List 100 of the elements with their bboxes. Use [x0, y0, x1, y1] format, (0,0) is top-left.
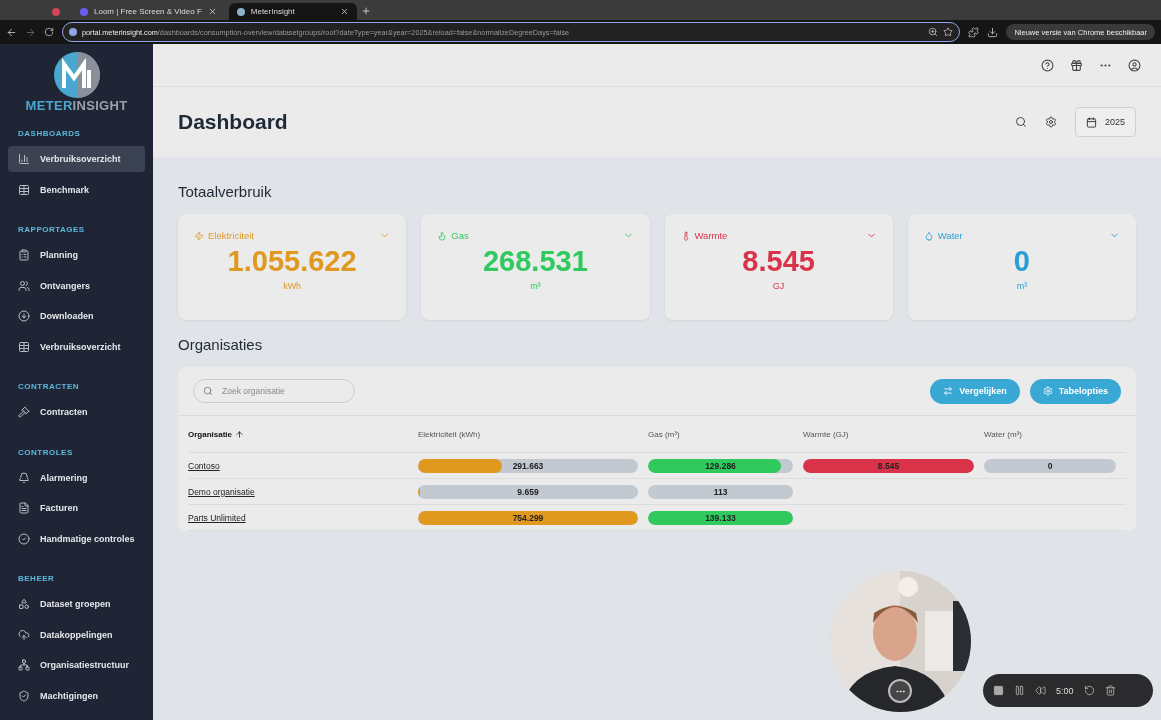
section-heading: Totaalverbruik: [178, 183, 273, 200]
total-value: 1.055.622: [226, 245, 358, 278]
brand-name: METERINSIGHT: [25, 98, 128, 113]
card-label: Gas: [451, 230, 470, 241]
users-icon: [18, 279, 30, 292]
pause-icon[interactable]: [1014, 685, 1025, 696]
unit-label: m³: [529, 281, 542, 291]
value-bar: 139.133: [648, 510, 793, 525]
card-label: Warmte: [694, 230, 729, 241]
forward-icon[interactable]: [25, 26, 36, 38]
sidebar-item[interactable]: Datakoppelingen: [8, 621, 145, 648]
calendar-icon: [1085, 116, 1097, 128]
settings-icon: [1042, 386, 1053, 396]
shapes-icon: [18, 598, 30, 610]
card-label: Elektriciteit: [208, 230, 255, 241]
logo-icon: [53, 52, 100, 98]
total-value: 0: [1012, 245, 1031, 278]
reload-icon[interactable]: [44, 27, 54, 37]
card-label: Water: [937, 230, 964, 241]
section-title: DASHBOARDS: [17, 128, 82, 140]
back-icon[interactable]: [6, 26, 17, 38]
rewind-icon[interactable]: [1035, 685, 1046, 696]
sidebar-item[interactable]: Facturen: [8, 495, 145, 521]
column-header: Elektriciteit (kWh): [418, 416, 648, 453]
tab-icon: [236, 7, 245, 16]
sidebar-item[interactable]: Benchmark: [8, 176, 145, 203]
clipboard-icon: [18, 249, 30, 261]
lightning-icon: [194, 230, 204, 241]
table-icon: [18, 340, 30, 353]
organisation-link[interactable]: Demo organisatie: [188, 486, 255, 497]
close-icon[interactable]: [207, 7, 217, 16]
total-value: 268.531: [481, 245, 589, 278]
site-icon: [69, 28, 77, 36]
sidebar-item[interactable]: Verbruiksoverzicht: [8, 146, 145, 172]
flame-icon: [437, 230, 448, 241]
trash-icon[interactable]: [1104, 685, 1116, 696]
value-bar: 113: [648, 484, 793, 499]
section-heading: Organisaties: [178, 336, 264, 353]
star-icon[interactable]: [943, 27, 954, 37]
column-header: Water (m³): [984, 416, 1126, 453]
section-title: RAPPORTAGES: [17, 224, 86, 236]
total-value: 8.545: [741, 245, 816, 278]
column-header[interactable]: Organisatie: [188, 416, 418, 453]
sidebar-item[interactable]: Verbruiksoverzicht: [8, 333, 145, 360]
download-icon: [18, 310, 30, 322]
stop-icon[interactable]: [993, 685, 1004, 696]
section-title: CONTROLES: [17, 446, 74, 459]
sidebar-item[interactable]: Contracten: [8, 399, 145, 425]
more-button[interactable]: [888, 679, 912, 703]
hierarchy-icon: [18, 659, 30, 671]
tab-icon: [52, 7, 60, 16]
column-header: Gas (m³): [648, 416, 803, 453]
user-icon[interactable]: [1128, 58, 1141, 72]
sidebar-item[interactable]: Planning: [8, 242, 145, 268]
cloud-upload-icon: [18, 628, 30, 641]
browser-tab[interactable]: Loom | Free Screen & Video F: [72, 3, 225, 20]
section-title: BEHEER: [17, 573, 56, 585]
value-bar: 129.286: [648, 458, 793, 473]
organisation-link[interactable]: Parts Unlimited: [188, 512, 246, 523]
table-icon: [18, 183, 30, 196]
recording-time: 5:00: [1056, 685, 1074, 696]
unit-label: kWh: [282, 281, 303, 291]
sidebar-item[interactable]: Organisatiestructuur: [8, 652, 145, 678]
shield-icon: [18, 689, 30, 702]
restart-icon[interactable]: [1083, 685, 1095, 696]
page-title: Dashboard: [178, 110, 289, 134]
search-field[interactable]: Zoek organisatie: [193, 379, 355, 403]
bar-chart-icon: [18, 153, 30, 165]
sidebar-item[interactable]: Machtigingen: [8, 682, 145, 709]
sidebar-item[interactable]: Ontvangers: [8, 272, 145, 299]
new-tab-icon[interactable]: [360, 6, 371, 16]
value-bar: 9.659: [418, 484, 638, 499]
sidebar-item[interactable]: Handmatige controles: [8, 525, 145, 552]
check-circle-icon: [18, 532, 30, 545]
unit-label: GJ: [771, 281, 786, 291]
download-icon[interactable]: [987, 26, 999, 38]
search-icon[interactable]: [1014, 116, 1027, 128]
sidebar-item[interactable]: Downloaden: [8, 303, 145, 329]
section-title: CONTRACTEN: [17, 381, 80, 393]
value-bar: 8.545: [803, 458, 974, 473]
zoom-icon[interactable]: [928, 27, 939, 37]
sidebar-item[interactable]: Alarmering: [8, 464, 145, 491]
organisation-link[interactable]: Contoso: [188, 460, 220, 471]
search-icon: [203, 386, 213, 396]
value-bar: 291.663: [418, 458, 638, 473]
arrows-icon: [943, 386, 954, 396]
year-button[interactable]: 2025: [1074, 107, 1136, 137]
document-icon: [18, 502, 30, 514]
sidebar-item[interactable]: Dataset groepen: [8, 591, 145, 617]
extension-icon[interactable]: [968, 26, 980, 38]
tab-icon: [80, 7, 88, 16]
column-header: Warmte (GJ): [803, 416, 984, 453]
help-icon[interactable]: [1041, 58, 1054, 72]
browser-tab[interactable]: MeterInsight: [228, 3, 357, 20]
settings-icon[interactable]: [1044, 116, 1057, 128]
droplet-icon: [923, 230, 934, 241]
unit-label: m³: [1015, 281, 1029, 291]
bell-icon: [18, 471, 30, 484]
gift-icon[interactable]: [1070, 58, 1083, 72]
close-icon[interactable]: [339, 7, 349, 16]
